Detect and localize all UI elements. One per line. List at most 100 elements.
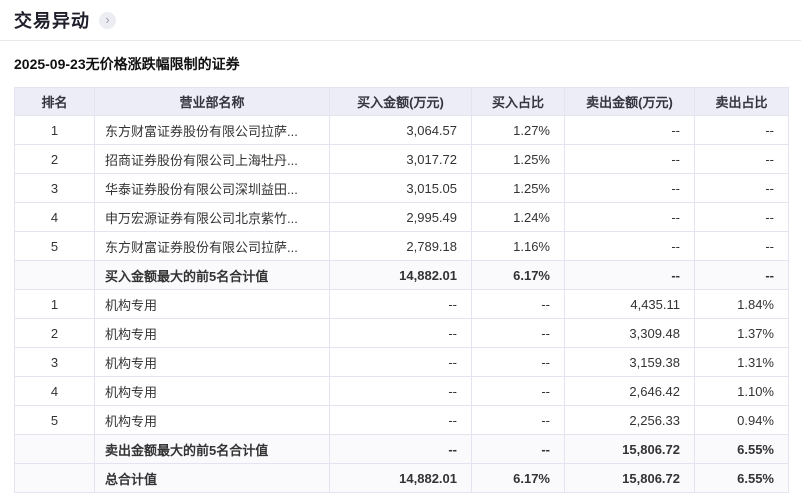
- sell-ratio-cell: --: [694, 115, 789, 145]
- sell-ratio-cell: 1.84%: [694, 289, 789, 319]
- table-row: 2 机构专用 -- -- 3,309.48 1.37%: [14, 318, 789, 348]
- broker-name-cell: 买入金额最大的前5名合计值: [94, 260, 330, 290]
- rank-cell: 1: [14, 289, 95, 319]
- sell-ratio-cell: 1.31%: [694, 347, 789, 377]
- sell-ratio-cell: --: [694, 260, 789, 290]
- buy-amount-cell: --: [329, 434, 472, 464]
- sell-amount-cell: 15,806.72: [564, 463, 695, 493]
- sell-ratio-cell: 6.55%: [694, 434, 789, 464]
- sell-amount-cell: 4,435.11: [564, 289, 695, 319]
- buy-amount-cell: --: [329, 289, 472, 319]
- table-row: 5 机构专用 -- -- 2,256.33 0.94%: [14, 405, 789, 435]
- broker-ranking-table: 排名 营业部名称 买入金额(万元) 买入占比 卖出金额(万元) 卖出占比 1 东方…: [14, 87, 789, 493]
- broker-name-cell: 总合计值: [94, 463, 330, 493]
- sell-ratio-cell: 1.10%: [694, 376, 789, 406]
- buy-amount-cell: 3,015.05: [329, 173, 472, 203]
- sell-amount-cell: --: [564, 260, 695, 290]
- broker-name-cell: 东方财富证券股份有限公司拉萨...: [94, 231, 330, 261]
- table-row: 3 华泰证券股份有限公司深圳益田... 3,015.05 1.25% -- --: [14, 173, 789, 203]
- sell-amount-cell: 3,159.38: [564, 347, 695, 377]
- table-caption: 2025-09-23无价格涨跌幅限制的证券: [14, 54, 787, 74]
- broker-name-cell: 机构专用: [94, 289, 330, 319]
- broker-name-cell: 机构专用: [94, 376, 330, 406]
- broker-name-cell: 机构专用: [94, 405, 330, 435]
- sell-amount-cell: 2,646.42: [564, 376, 695, 406]
- buy-ratio-cell: 6.17%: [471, 463, 565, 493]
- broker-name-cell: 东方财富证券股份有限公司拉萨...: [94, 115, 330, 145]
- sell-amount-cell: --: [564, 173, 695, 203]
- buy-amount-cell: --: [329, 376, 472, 406]
- buy-amount-cell: 2,789.18: [329, 231, 472, 261]
- sell-ratio-cell: 6.55%: [694, 463, 789, 493]
- table-row: 5 东方财富证券股份有限公司拉萨... 2,789.18 1.16% -- --: [14, 231, 789, 261]
- buy-ratio-cell: 1.16%: [471, 231, 565, 261]
- rank-cell: 5: [14, 231, 95, 261]
- buy-ratio-cell: 1.25%: [471, 173, 565, 203]
- table-row: 1 机构专用 -- -- 4,435.11 1.84%: [14, 289, 789, 319]
- buy-ratio-cell: --: [471, 405, 565, 435]
- sell-ratio-cell: --: [694, 144, 789, 174]
- sell-amount-cell: 2,256.33: [564, 405, 695, 435]
- sell-ratio-cell: 0.94%: [694, 405, 789, 435]
- chevron-right-icon[interactable]: ›: [99, 11, 116, 29]
- rank-cell: 3: [14, 173, 95, 203]
- col-rank: 排名: [14, 87, 95, 116]
- rank-cell: [14, 260, 95, 290]
- sell-amount-cell: --: [564, 202, 695, 232]
- col-sell-amount: 卖出金额(万元): [564, 87, 695, 116]
- sell-ratio-cell: --: [694, 231, 789, 261]
- rank-cell: 2: [14, 144, 95, 174]
- buy-ratio-cell: 1.25%: [471, 144, 565, 174]
- buy-amount-cell: 2,995.49: [329, 202, 472, 232]
- col-broker-name: 营业部名称: [94, 87, 330, 116]
- buy-ratio-cell: --: [471, 376, 565, 406]
- table-row: 4 机构专用 -- -- 2,646.42 1.10%: [14, 376, 789, 406]
- buy-ratio-cell: --: [471, 318, 565, 348]
- sell-amount-cell: --: [564, 115, 695, 145]
- rank-cell: 3: [14, 347, 95, 377]
- summary-row: 买入金额最大的前5名合计值 14,882.01 6.17% -- --: [14, 260, 789, 290]
- buy-ratio-cell: --: [471, 289, 565, 319]
- table-row: 4 申万宏源证券有限公司北京紫竹... 2,995.49 1.24% -- --: [14, 202, 789, 232]
- buy-ratio-cell: --: [471, 434, 565, 464]
- page-title: 交易异动: [14, 11, 90, 31]
- buy-ratio-cell: 1.24%: [471, 202, 565, 232]
- rank-cell: 2: [14, 318, 95, 348]
- buy-ratio-cell: --: [471, 347, 565, 377]
- buy-amount-cell: 14,882.01: [329, 463, 472, 493]
- date-label: 2025-09-23: [14, 56, 86, 72]
- table-row: 1 东方财富证券股份有限公司拉萨... 3,064.57 1.27% -- --: [14, 115, 789, 145]
- broker-name-cell: 卖出金额最大的前5名合计值: [94, 434, 330, 464]
- summary-row: 卖出金额最大的前5名合计值 -- -- 15,806.72 6.55%: [14, 434, 789, 464]
- buy-ratio-cell: 1.27%: [471, 115, 565, 145]
- sell-amount-cell: --: [564, 231, 695, 261]
- table-body: 1 东方财富证券股份有限公司拉萨... 3,064.57 1.27% -- -- 2 招商证券…: [14, 115, 789, 493]
- buy-amount-cell: --: [329, 405, 472, 435]
- col-buy-amount: 买入金额(万元): [329, 87, 472, 116]
- rank-cell: [14, 463, 95, 493]
- sell-amount-cell: 15,806.72: [564, 434, 695, 464]
- buy-amount-cell: 14,882.01: [329, 260, 472, 290]
- rank-cell: 4: [14, 202, 95, 232]
- broker-name-cell: 机构专用: [94, 318, 330, 348]
- buy-amount-cell: --: [329, 318, 472, 348]
- broker-name-cell: 华泰证券股份有限公司深圳益田...: [94, 173, 330, 203]
- table-header-row: 排名 营业部名称 买入金额(万元) 买入占比 卖出金额(万元) 卖出占比: [14, 87, 789, 116]
- page-header: 交易异动 ›: [0, 0, 801, 40]
- rank-cell: 5: [14, 405, 95, 435]
- col-sell-ratio: 卖出占比: [694, 87, 789, 116]
- broker-name-cell: 机构专用: [94, 347, 330, 377]
- sell-ratio-cell: --: [694, 173, 789, 203]
- rank-cell: 1: [14, 115, 95, 145]
- col-buy-ratio: 买入占比: [471, 87, 565, 116]
- table-row: 3 机构专用 -- -- 3,159.38 1.31%: [14, 347, 789, 377]
- rank-cell: [14, 434, 95, 464]
- buy-ratio-cell: 6.17%: [471, 260, 565, 290]
- broker-name-cell: 申万宏源证券有限公司北京紫竹...: [94, 202, 330, 232]
- buy-amount-cell: --: [329, 347, 472, 377]
- caption-label: 无价格涨跌幅限制的证券: [85, 56, 240, 72]
- buy-amount-cell: 3,017.72: [329, 144, 472, 174]
- buy-amount-cell: 3,064.57: [329, 115, 472, 145]
- sell-amount-cell: --: [564, 144, 695, 174]
- sell-amount-cell: 3,309.48: [564, 318, 695, 348]
